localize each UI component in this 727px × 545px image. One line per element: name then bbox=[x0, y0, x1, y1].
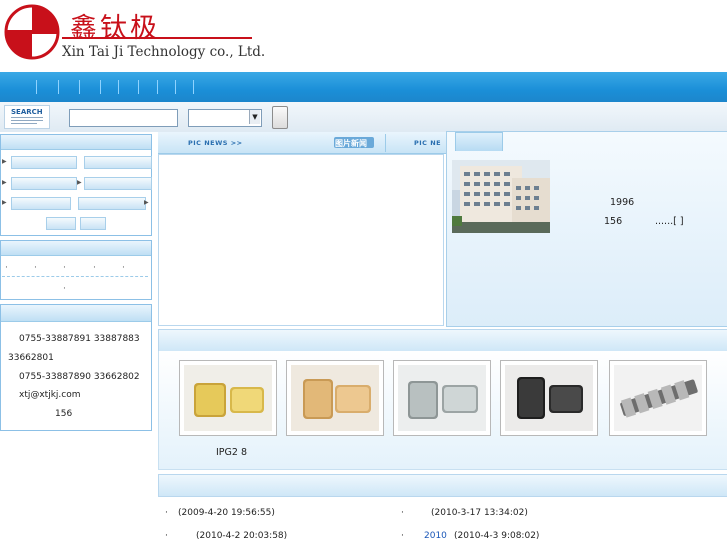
product-image bbox=[291, 365, 379, 431]
brand-underline bbox=[62, 37, 252, 39]
about-more-link[interactable]: ......[ ] bbox=[655, 216, 684, 227]
pic-news-label-2[interactable]: PIC NE bbox=[414, 139, 441, 147]
product-thumbnail[interactable] bbox=[393, 360, 491, 436]
list-bullet: · bbox=[165, 531, 168, 541]
brand-name-en: Xin Tai Ji Technology co., Ltd. bbox=[62, 44, 266, 60]
news-item-date[interactable]: (2010-4-3 9:08:02) bbox=[454, 531, 539, 541]
divider bbox=[2, 276, 148, 278]
category-item[interactable] bbox=[11, 177, 77, 190]
list-bullet: · bbox=[5, 263, 8, 273]
news-item-date[interactable]: (2010-4-2 20:03:58) bbox=[196, 531, 287, 541]
pic-news-label[interactable]: PIC NEWS >> bbox=[188, 139, 243, 147]
search-label-text: SEARCH bbox=[11, 108, 43, 116]
product-caption[interactable]: IPG2 8 bbox=[216, 447, 247, 458]
nav-item[interactable] bbox=[193, 80, 194, 94]
list-bullet: · bbox=[34, 263, 37, 273]
category-item[interactable] bbox=[11, 197, 71, 210]
panel-header bbox=[1, 135, 151, 150]
list-bullet: · bbox=[63, 263, 66, 273]
chevron-right-icon: ▶ bbox=[2, 179, 7, 186]
contact-fax: 0755-33887890 33662802 bbox=[19, 372, 140, 382]
category-item[interactable] bbox=[11, 156, 77, 169]
about-tab[interactable] bbox=[455, 132, 503, 151]
nav-item[interactable] bbox=[138, 80, 139, 94]
category-item[interactable] bbox=[84, 156, 152, 169]
news-list-header bbox=[158, 474, 727, 497]
nav-item[interactable] bbox=[157, 80, 158, 94]
chevron-right-icon: ▶ bbox=[2, 199, 7, 206]
company-building-photo bbox=[452, 160, 550, 233]
contact-tel: 0755-33887891 33887883 bbox=[19, 334, 140, 344]
product-thumbnail[interactable] bbox=[609, 360, 707, 436]
category-item[interactable] bbox=[78, 197, 146, 210]
search-label-subtext bbox=[11, 117, 43, 118]
search-label-subtext bbox=[11, 123, 37, 124]
search-label-subtext bbox=[11, 120, 43, 121]
nav-item[interactable] bbox=[36, 80, 37, 94]
chevron-right-icon: ▶ bbox=[144, 199, 149, 206]
list-bullet: · bbox=[93, 263, 96, 273]
category-item[interactable] bbox=[46, 217, 76, 230]
chevron-right-icon: ▶ bbox=[2, 158, 7, 165]
news-item-link[interactable]: 2010 bbox=[424, 531, 447, 541]
product-thumbnail[interactable] bbox=[179, 360, 277, 436]
chevron-right-icon: ▶ bbox=[77, 179, 82, 186]
news-item-date[interactable]: (2010-3-17 13:34:02) bbox=[431, 508, 528, 518]
nav-item[interactable] bbox=[118, 80, 119, 94]
nav-item[interactable] bbox=[58, 80, 59, 94]
search-label: SEARCH bbox=[4, 105, 50, 129]
select-arrow-icon[interactable]: ▼ bbox=[249, 110, 260, 124]
brand-name-cn: 鑫钛极 bbox=[70, 13, 160, 44]
product-image bbox=[505, 365, 593, 431]
contact-panel bbox=[0, 304, 152, 431]
news-item-date[interactable]: (2009-4-20 19:56:55) bbox=[178, 508, 275, 518]
nav-item[interactable] bbox=[100, 80, 101, 94]
products-header bbox=[158, 329, 727, 352]
divider bbox=[385, 134, 386, 152]
pic-news-content bbox=[158, 154, 444, 326]
category-item[interactable] bbox=[84, 177, 152, 190]
company-logo-icon[interactable] bbox=[4, 4, 60, 60]
list-bullet: · bbox=[122, 263, 125, 273]
product-thumbnail[interactable] bbox=[500, 360, 598, 436]
contact-tel-cont: 33662801 bbox=[8, 353, 54, 363]
category-item[interactable] bbox=[80, 217, 106, 230]
product-thumbnail[interactable] bbox=[286, 360, 384, 436]
panel-header bbox=[1, 241, 151, 256]
contact-email[interactable]: xtj@xtjkj.com bbox=[19, 390, 81, 400]
list-bullet: · bbox=[401, 508, 404, 518]
product-image bbox=[184, 365, 272, 431]
product-image bbox=[614, 365, 702, 431]
product-image bbox=[398, 365, 486, 431]
list-bullet: · bbox=[63, 284, 66, 294]
search-input[interactable] bbox=[69, 109, 178, 127]
nav-item[interactable] bbox=[79, 80, 80, 94]
search-button[interactable] bbox=[272, 106, 288, 129]
panel-header bbox=[1, 305, 151, 322]
main-navigation bbox=[0, 72, 727, 102]
about-number: 156 bbox=[604, 216, 623, 227]
pic-news-tag-label: 图片新闻 bbox=[335, 139, 367, 148]
about-year: 1996 bbox=[610, 197, 635, 208]
list-bullet: · bbox=[165, 508, 168, 518]
nav-item[interactable] bbox=[175, 80, 176, 94]
contact-address: 156 bbox=[55, 409, 73, 419]
list-bullet: · bbox=[401, 531, 404, 541]
links-panel bbox=[0, 240, 152, 300]
